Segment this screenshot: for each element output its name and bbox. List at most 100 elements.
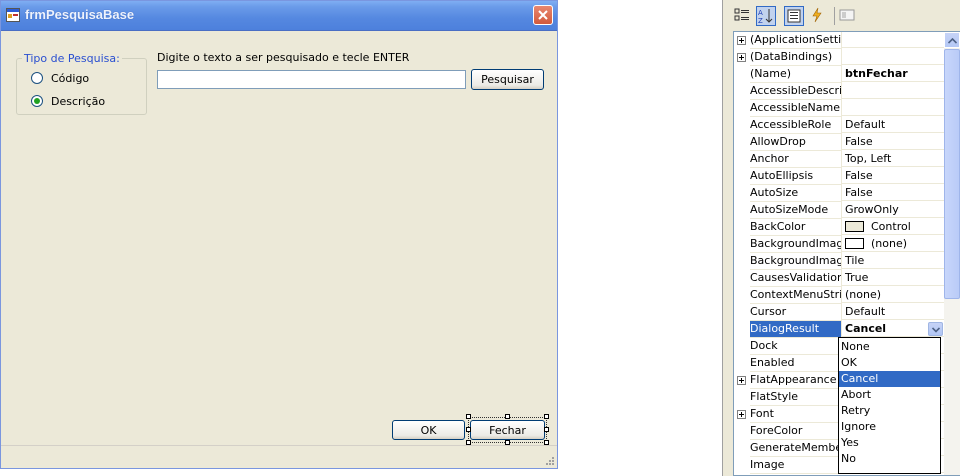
prop-value[interactable]: (none) xyxy=(842,236,944,252)
alphabetical-button[interactable]: A Z xyxy=(756,6,776,26)
prop-row[interactable]: (DataBindings) xyxy=(734,49,944,66)
prop-row[interactable]: AutoSizeMode GrowOnly xyxy=(734,202,944,219)
resize-handle-top-left[interactable] xyxy=(466,414,471,419)
prop-value[interactable] xyxy=(842,100,944,116)
prop-row-dialog-result[interactable]: DialogResult Cancel xyxy=(734,321,944,338)
prop-row[interactable]: Cursor Default xyxy=(734,304,944,321)
prop-row[interactable]: AutoSize False xyxy=(734,185,944,202)
prop-value[interactable]: False xyxy=(842,185,944,201)
prop-name: BackgroundImage xyxy=(750,236,842,253)
prop-value[interactable]: Default xyxy=(842,117,944,133)
radio-descricao[interactable]: Descrição xyxy=(31,94,105,108)
resize-handle-top-right[interactable] xyxy=(544,414,549,419)
prop-row[interactable]: BackColor Control xyxy=(734,219,944,236)
sort-alphabetical-icon: A Z xyxy=(758,9,773,25)
prop-row[interactable]: ContextMenuStrip (none) xyxy=(734,287,944,304)
categorized-icon xyxy=(734,8,749,21)
prop-name: AutoSizeMode xyxy=(750,202,842,219)
radio-codigo[interactable]: Código xyxy=(31,71,89,85)
resize-handle-left[interactable] xyxy=(466,427,471,432)
prop-row[interactable]: Anchor Top, Left xyxy=(734,151,944,168)
prop-value-text: (none) xyxy=(871,237,908,250)
size-grip-icon[interactable] xyxy=(543,454,555,466)
expand-icon[interactable] xyxy=(734,406,750,423)
dropdown-option-cancel[interactable]: Cancel xyxy=(839,371,940,387)
property-grid-scrollbar[interactable] xyxy=(944,32,960,475)
prop-value[interactable]: Cancel xyxy=(842,321,944,337)
properties-toolbar: A Z xyxy=(723,0,960,31)
prop-value[interactable] xyxy=(842,83,944,99)
prop-value[interactable] xyxy=(842,49,944,65)
properties-view-button[interactable] xyxy=(784,6,804,26)
prop-name: AutoSize xyxy=(750,185,842,202)
prop-name: DialogResult xyxy=(750,321,842,338)
dropdown-option-abort[interactable]: Abort xyxy=(839,387,940,403)
svg-text:Z: Z xyxy=(758,17,763,25)
prop-name: ContextMenuStrip xyxy=(750,287,842,304)
search-instruction-label: Digite o texto a ser pesquisado e tecle … xyxy=(157,51,410,64)
scroll-up-button[interactable] xyxy=(944,32,960,48)
prop-row[interactable]: AccessibleDescription xyxy=(734,83,944,100)
prop-name: (ApplicationSettings) xyxy=(750,32,842,49)
radio-codigo-circle[interactable] xyxy=(31,72,43,84)
dropdown-option-no[interactable]: No xyxy=(839,451,940,467)
prop-name: (Name) xyxy=(750,66,842,83)
dropdown-option-retry[interactable]: Retry xyxy=(839,403,940,419)
prop-row[interactable]: AccessibleRole Default xyxy=(734,117,944,134)
prop-name: (DataBindings) xyxy=(750,49,842,66)
prop-row[interactable]: AllowDrop False xyxy=(734,134,944,151)
prop-value[interactable]: Top, Left xyxy=(842,151,944,167)
prop-name: Font xyxy=(750,406,842,423)
categorized-button[interactable] xyxy=(733,6,753,26)
dropdown-option-yes[interactable]: Yes xyxy=(839,435,940,451)
form-title: frmPesquisaBase xyxy=(25,7,135,22)
prop-name: AllowDrop xyxy=(750,134,842,151)
prop-value[interactable] xyxy=(842,32,944,48)
radio-descricao-label: Descrição xyxy=(51,94,106,108)
prop-value[interactable]: (none) xyxy=(842,287,944,303)
prop-value[interactable]: False xyxy=(842,134,944,150)
prop-row[interactable]: BackgroundImageLayout Tile xyxy=(734,253,944,270)
chevron-down-icon xyxy=(932,327,940,333)
search-button[interactable]: Pesquisar xyxy=(471,69,544,90)
prop-row[interactable]: (Name) btnFechar xyxy=(734,66,944,83)
dropdown-arrow-button[interactable] xyxy=(928,322,943,336)
property-pages-button[interactable] xyxy=(838,6,858,26)
scroll-thumb[interactable] xyxy=(944,49,960,299)
prop-row[interactable]: (ApplicationSettings) xyxy=(734,32,944,49)
dropdown-option-none[interactable]: None xyxy=(839,339,940,355)
close-icon xyxy=(538,10,548,20)
resize-handle-top[interactable] xyxy=(505,414,510,419)
prop-row[interactable]: CausesValidation True xyxy=(734,270,944,287)
prop-name: GenerateMember xyxy=(750,440,842,457)
prop-row[interactable]: AccessibleName xyxy=(734,100,944,117)
prop-name: AutoEllipsis xyxy=(750,168,842,185)
close-window-button[interactable] xyxy=(533,5,553,25)
radio-descricao-circle[interactable] xyxy=(31,95,43,107)
prop-value-text: Cancel xyxy=(845,322,887,335)
prop-value[interactable]: Control xyxy=(842,219,944,235)
search-input[interactable] xyxy=(157,70,466,89)
prop-value[interactable]: Tile xyxy=(842,253,944,269)
expand-icon[interactable] xyxy=(734,372,750,389)
prop-value[interactable]: True xyxy=(842,270,944,286)
expand-icon[interactable] xyxy=(734,49,750,66)
prop-name: Anchor xyxy=(750,151,842,168)
prop-name: BackColor xyxy=(750,219,842,236)
prop-row[interactable]: BackgroundImage (none) xyxy=(734,236,944,253)
prop-value[interactable]: btnFechar xyxy=(842,66,944,82)
dropdown-option-ok[interactable]: OK xyxy=(839,355,940,371)
resize-handle-right[interactable] xyxy=(544,427,549,432)
prop-row[interactable]: AutoEllipsis False xyxy=(734,168,944,185)
expand-icon[interactable] xyxy=(734,32,750,49)
ok-button[interactable]: OK xyxy=(392,420,465,440)
prop-value-text: Control xyxy=(871,220,911,233)
prop-name: AccessibleDescription xyxy=(750,83,842,100)
prop-value[interactable]: GrowOnly xyxy=(842,202,944,218)
form-titlebar[interactable]: frmPesquisaBase xyxy=(1,1,557,31)
dropdown-option-ignore[interactable]: Ignore xyxy=(839,419,940,435)
prop-name: AccessibleName xyxy=(750,100,842,117)
prop-value[interactable]: False xyxy=(842,168,944,184)
prop-value[interactable]: Default xyxy=(842,304,944,320)
events-button[interactable] xyxy=(808,6,828,26)
